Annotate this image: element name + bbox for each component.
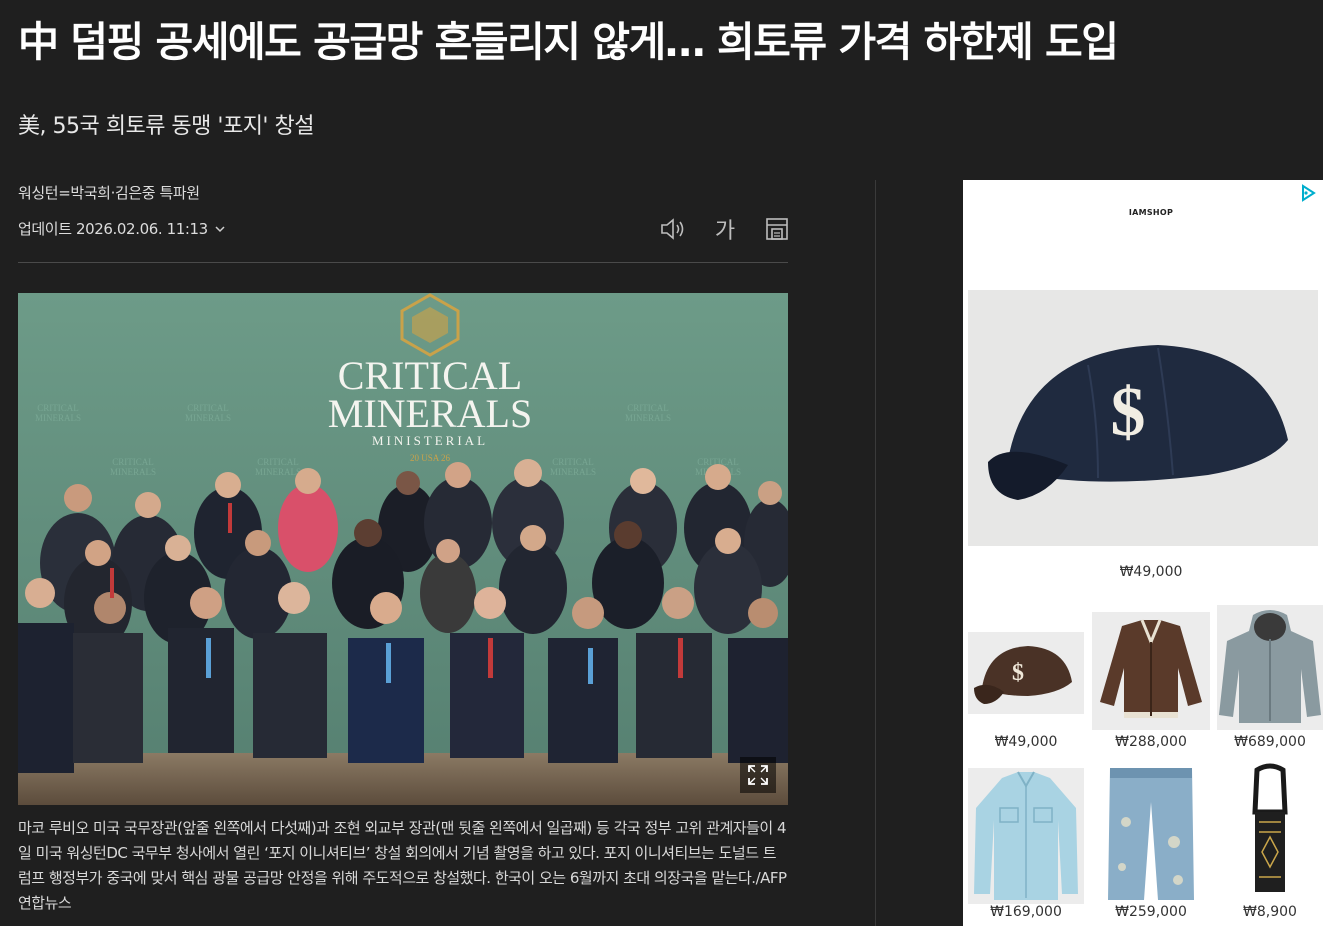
ad-product-item[interactable]: ₩169,000	[968, 768, 1084, 924]
ad-product-item[interactable]: ₩288,000	[1092, 612, 1210, 752]
ad-product-price: ₩689,000	[1234, 734, 1306, 750]
ad-brand-name[interactable]: IAMSHOP	[963, 208, 1323, 217]
header-divider	[18, 262, 788, 263]
expand-photo-button[interactable]	[740, 757, 776, 793]
chevron-down-icon	[215, 225, 225, 232]
ad-product-item[interactable]: ₩259,000	[1092, 762, 1210, 924]
article-photo[interactable]: CRITICAL MINERALS CRITICAL MINERALS CRITIC…	[18, 293, 788, 805]
listen-button[interactable]	[658, 214, 688, 244]
svg-text:CRITICAL: CRITICAL	[187, 403, 229, 413]
svg-text:MINERALS: MINERALS	[35, 413, 81, 423]
group-photo-image: CRITICALMINERALS CRITICALMINERALS CRITIC…	[18, 293, 788, 805]
brown-varsity-jacket-icon	[1100, 619, 1202, 718]
ad-product-price: ₩169,000	[990, 904, 1062, 920]
speaker-icon	[661, 218, 684, 240]
column-divider	[875, 180, 876, 926]
byline[interactable]: 워싱턴=박국희·김은중 특파원	[18, 182, 200, 203]
ad-main-product-price[interactable]: ₩49,000	[963, 564, 1323, 580]
svg-text:CRITICAL: CRITICAL	[37, 403, 79, 413]
grey-hooded-parka-icon	[1219, 610, 1321, 723]
ad-product-item[interactable]: ₩8,900	[1217, 762, 1323, 924]
photo-caption: 마코 루비오 미국 국무장관(앞줄 왼쪽에서 다섯째)과 조현 외교부 장관(맨…	[18, 819, 787, 912]
svg-text:$: $	[1111, 374, 1146, 451]
svg-text:MINERALS: MINERALS	[110, 467, 156, 477]
ad-product-item[interactable]: ₩689,000	[1217, 605, 1323, 752]
svg-text:CRITICAL: CRITICAL	[627, 403, 669, 413]
ad-main-product[interactable]: $	[968, 290, 1318, 546]
expand-icon	[748, 765, 768, 785]
svg-text:$: $	[1012, 660, 1024, 686]
ad-choices-icon[interactable]	[1299, 184, 1317, 202]
distressed-jeans-icon	[1108, 768, 1194, 900]
svg-text:CRITICAL: CRITICAL	[112, 457, 154, 467]
update-timestamp: 업데이트 2026.02.06. 11:13	[18, 220, 208, 238]
update-info[interactable]: 업데이트 2026.02.06. 11:13	[18, 218, 226, 239]
brown-baseball-cap-icon: $	[974, 646, 1072, 704]
ad-product-item[interactable]: $ ₩49,000	[968, 632, 1084, 752]
svg-text:CRITICAL: CRITICAL	[257, 457, 299, 467]
svg-text:MINERALS: MINERALS	[185, 413, 231, 423]
navy-baseball-cap-icon: $	[988, 345, 1288, 500]
logo-line-ministerial: MINISTERIAL	[372, 433, 488, 448]
logo-line-year: 20 USA 26	[410, 453, 451, 463]
ad-product-price: ₩49,000	[994, 734, 1058, 750]
carabiner-keyring-icon	[1252, 763, 1288, 892]
font-size-button[interactable]: 가	[710, 214, 740, 244]
ad-product-price: ₩8,900	[1243, 904, 1297, 920]
article-headline: 中 덤핑 공세에도 공급망 흔들리지 않게… 희토류 가격 하한제 도입	[18, 18, 1119, 66]
svg-text:MINERALS: MINERALS	[625, 413, 671, 423]
svg-text:MINERALS: MINERALS	[550, 467, 596, 477]
print-button[interactable]	[762, 214, 792, 244]
advertisement-panel[interactable]: IAMSHOP $ ₩49,000 $ ₩49,000 ₩288,000 ₩68…	[963, 180, 1323, 926]
logo-line-minerals: MINERALS	[328, 391, 532, 436]
light-blue-shirt-icon	[974, 771, 1078, 900]
svg-text:CRITICAL: CRITICAL	[552, 457, 594, 467]
svg-text:MINERALS: MINERALS	[255, 467, 301, 477]
print-icon	[766, 218, 788, 240]
ad-product-price: ₩288,000	[1115, 734, 1187, 750]
ad-product-price: ₩259,000	[1115, 904, 1187, 920]
article-tools: 가	[658, 214, 792, 244]
article-subheadline: 美, 55국 희토류 동맹 '포지' 창설	[18, 114, 314, 139]
